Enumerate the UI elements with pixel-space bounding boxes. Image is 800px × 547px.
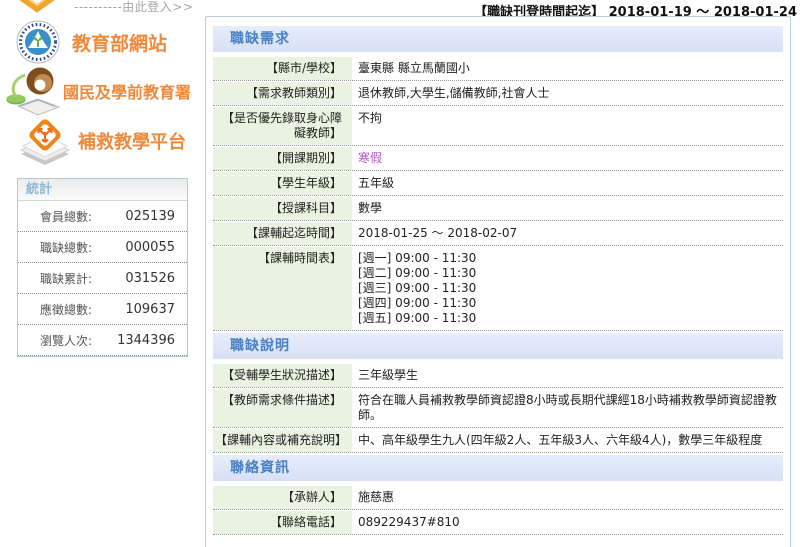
row-value: 五年級	[352, 172, 783, 195]
sidebar-link-platform[interactable]: 補救教學平台	[18, 116, 186, 166]
timetable-line: [週一] 09:00 - 11:30	[358, 251, 779, 266]
section-title: 職缺需求	[213, 26, 783, 52]
login-link[interactable]: ----------由此登入>>	[14, 0, 193, 16]
stat-label: 應徵總數:	[40, 301, 92, 318]
stat-value: 109637	[125, 302, 175, 317]
stats-panel: 統計 會員總數: 025139 職缺總數: 000055 職缺累計: 03152…	[17, 178, 188, 357]
sidebar-link-moe[interactable]: 教育部網站	[16, 20, 167, 64]
login-link-label[interactable]: ----------由此登入>>	[74, 0, 193, 15]
section-contact-info: 聯絡資訊 【承辦人】 施慈惠 【聯絡電話】 089229437#810	[213, 455, 783, 535]
row-label: 【教師需求條件描述】	[213, 389, 352, 427]
stat-value: 000055	[125, 240, 175, 255]
row-label: 【授課科目】	[213, 197, 352, 220]
row-label: 【學生年級】	[213, 172, 352, 195]
job-detail-panel: 職缺需求 【縣市/學校】 臺東縣 縣立馬蘭國小 【需求教師類別】 退休教師,大學…	[205, 16, 791, 547]
row-tutoring-period: 【課輔起迄時間】 2018-01-25 ～ 2018-02-07	[213, 222, 783, 246]
stat-row-members: 會員總數: 025139	[18, 201, 187, 232]
chevron-down-icon	[14, 0, 60, 14]
section-job-description: 職缺說明 【受輔學生狀況描述】 三年級學生 【教師需求條件描述】 符合在職人員補…	[213, 333, 783, 453]
row-teacher-conditions: 【教師需求條件描述】 符合在職人員補救教學師資認證8小時或長期代課經18小時補救…	[213, 389, 783, 428]
row-county-school: 【縣市/學校】 臺東縣 縣立馬蘭國小	[213, 57, 783, 81]
stat-row-openings: 職缺總數: 000055	[18, 232, 187, 263]
row-label: 【聯絡電話】	[213, 511, 352, 534]
row-value: 089229437#810	[352, 511, 783, 534]
platform-diamond-icon	[18, 116, 72, 166]
stat-label: 會員總數:	[40, 208, 92, 225]
row-disability-priority: 【是否優先錄取身心障礙教師】 不拘	[213, 107, 783, 146]
stat-label: 職缺總數:	[40, 239, 92, 256]
stat-value: 031526	[125, 271, 175, 286]
row-label: 【縣市/學校】	[213, 57, 352, 80]
row-value: 不拘	[352, 107, 783, 145]
stat-row-pageviews: 瀏覽人次: 1344396	[18, 325, 187, 356]
timetable-line: [週四] 09:00 - 11:30	[358, 296, 779, 311]
row-label: 【課輔內容或補充說明】	[213, 429, 352, 452]
row-value: 三年級學生	[352, 364, 783, 387]
stat-value: 025139	[125, 209, 175, 224]
row-label: 【開課期別】	[213, 147, 352, 170]
row-contact-phone: 【聯絡電話】 089229437#810	[213, 511, 783, 535]
lamp-book-icon	[4, 66, 62, 116]
stat-value: 1344396	[117, 333, 175, 348]
section-job-requirements: 職缺需求 【縣市/學校】 臺東縣 縣立馬蘭國小 【需求教師類別】 退休教師,大學…	[213, 26, 783, 331]
sidebar-link-k12ea[interactable]: 國民及學前教育署	[4, 66, 191, 116]
row-label: 【是否優先錄取身心障礙教師】	[213, 107, 352, 145]
page-root: 【職缺刊登時間起迄】 2018-01-19 ～ 2018-01-24 -----…	[0, 0, 800, 547]
sidebar-link-platform-label[interactable]: 補救教學平台	[78, 128, 186, 154]
row-content-notes: 【課輔內容或補充說明】 中、高年級學生九人(四年級2人、五年級3人、六年級4人)…	[213, 429, 783, 453]
row-value: 2018-01-25 ～ 2018-02-07	[352, 222, 783, 245]
row-value: 中、高年級學生九人(四年級2人、五年級3人、六年級4人)，數學三年級程度	[352, 429, 783, 452]
row-label: 【需求教師類別】	[213, 82, 352, 105]
row-timetable: 【課輔時間表】 [週一] 09:00 - 11:30 [週二] 09:00 - …	[213, 247, 783, 331]
stats-panel-title: 統計	[18, 179, 187, 201]
row-value: 符合在職人員補救教學師資認證8小時或長期代課經18小時補救教學師資認證教師。	[352, 389, 783, 427]
timetable-line: [週五] 09:00 - 11:30	[358, 311, 779, 326]
row-subject: 【授課科目】 數學	[213, 197, 783, 221]
timetable-line: [週二] 09:00 - 11:30	[358, 266, 779, 281]
sidebar-link-k12ea-label[interactable]: 國民及學前教育署	[63, 79, 191, 103]
row-course-term: 【開課期別】 寒假	[213, 147, 783, 171]
stat-row-applications: 應徵總數: 109637	[18, 294, 187, 325]
course-term-link[interactable]: 寒假	[358, 151, 382, 165]
timetable-lines: [週一] 09:00 - 11:30 [週二] 09:00 - 11:30 [週…	[352, 247, 783, 330]
row-value: 臺東縣 縣立馬蘭國小	[352, 57, 783, 80]
row-label: 【課輔起迄時間】	[213, 222, 352, 245]
row-teacher-types: 【需求教師類別】 退休教師,大學生,儲備教師,社會人士	[213, 82, 783, 106]
moe-seal-icon	[16, 20, 60, 64]
stat-row-openings-total: 職缺累計: 031526	[18, 263, 187, 294]
row-value: 退休教師,大學生,儲備教師,社會人士	[352, 82, 783, 105]
timetable-line: [週三] 09:00 - 11:30	[358, 281, 779, 296]
section-title: 職缺說明	[213, 333, 783, 359]
stat-label: 瀏覽人次:	[40, 332, 92, 349]
row-student-status: 【受輔學生狀況描述】 三年級學生	[213, 364, 783, 388]
stat-label: 職缺累計:	[40, 270, 92, 287]
row-value: 數學	[352, 197, 783, 220]
row-value: 施慈惠	[352, 486, 783, 509]
row-label: 【受輔學生狀況描述】	[213, 364, 352, 387]
sidebar: ----------由此登入>> 教育部網站	[0, 0, 200, 547]
sidebar-link-moe-label[interactable]: 教育部網站	[72, 29, 167, 56]
section-title: 聯絡資訊	[213, 455, 783, 481]
row-student-grade: 【學生年級】 五年級	[213, 172, 783, 196]
row-label: 【承辦人】	[213, 486, 352, 509]
row-contact-person: 【承辦人】 施慈惠	[213, 486, 783, 510]
row-label: 【課輔時間表】	[213, 247, 352, 330]
